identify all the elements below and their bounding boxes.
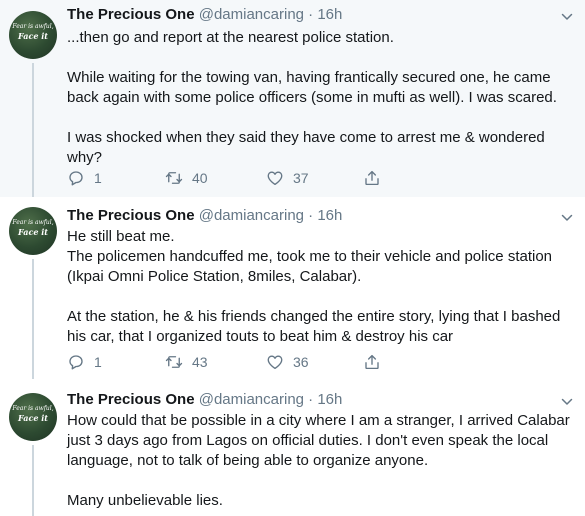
tweet-line: The policemen handcuffed me, took me to … <box>67 248 553 265</box>
chevron-down-icon[interactable] <box>561 396 573 408</box>
share-icon <box>365 170 379 186</box>
tweet-line: back again with some police officers (so… <box>67 89 557 106</box>
tweet-line: How could that be possible in a city whe… <box>67 412 570 429</box>
tweet-line: his car, that I organized touts to beat … <box>67 328 454 345</box>
avatar-text-line2: Face it <box>18 31 48 41</box>
tweet-line: At the station, he & his friends changed… <box>67 308 561 325</box>
user-handle[interactable]: @damiancaring <box>199 6 304 23</box>
like-button[interactable]: 36 <box>266 352 309 372</box>
display-name[interactable]: The Precious One <box>67 6 195 23</box>
timestamp[interactable]: 16h <box>317 6 342 23</box>
thread-line <box>32 63 34 197</box>
retweet-icon <box>165 172 183 184</box>
chevron-down-icon[interactable] <box>561 212 573 224</box>
retweet-icon <box>165 356 183 368</box>
reply-count: 1 <box>94 170 102 186</box>
tweet-line: Many unbelievable lies. <box>67 492 223 509</box>
tweet-text: He still beat me. The policemen handcuff… <box>67 227 572 347</box>
user-handle[interactable]: @damiancaring <box>199 207 304 224</box>
tweet-1[interactable]: Fear is awful, Face it The Precious One … <box>0 0 585 197</box>
share-icon <box>365 354 379 370</box>
retweet-count: 40 <box>192 170 208 186</box>
share-button[interactable] <box>363 352 381 372</box>
display-name[interactable]: The Precious One <box>67 391 195 408</box>
retweet-button[interactable]: 40 <box>165 168 208 188</box>
separator-dot: · <box>308 6 314 23</box>
tweet-line: He still beat me. <box>67 228 175 245</box>
like-count: 36 <box>293 354 309 370</box>
chevron-down-icon[interactable] <box>561 11 573 23</box>
tweet-text: How could that be possible in a city whe… <box>67 411 572 511</box>
avatar-text-line2: Face it <box>18 227 48 237</box>
reply-button[interactable]: 1 <box>67 352 102 372</box>
reply-count: 1 <box>94 354 102 370</box>
thread-line <box>32 259 34 379</box>
tweet-line: why? <box>67 149 103 166</box>
avatar[interactable]: Fear is awful, Face it <box>9 207 57 255</box>
avatar-text-line1: Fear is awful, <box>12 23 54 30</box>
share-button[interactable] <box>363 168 381 188</box>
tweet-line: ...then go and report at the nearest pol… <box>67 29 394 46</box>
user-handle[interactable]: @damiancaring <box>199 391 304 408</box>
avatar[interactable]: Fear is awful, Face it <box>9 11 57 59</box>
tweet-header: The Precious One @damiancaring · 16h <box>67 390 342 410</box>
tweet-3[interactable]: Fear is awful, Face it The Precious One … <box>0 379 585 516</box>
thread-line <box>32 445 34 516</box>
tweet-2[interactable]: Fear is awful, Face it The Precious One … <box>0 197 585 379</box>
retweet-button[interactable]: 43 <box>165 352 208 372</box>
like-icon <box>267 355 283 370</box>
like-icon <box>267 171 283 186</box>
tweet-line: just 3 days ago from Lagos on official d… <box>67 432 549 449</box>
tweet-text: ...then go and report at the nearest pol… <box>67 28 572 168</box>
like-button[interactable]: 37 <box>266 168 309 188</box>
avatar-text-line1: Fear is awful, <box>12 219 54 226</box>
timestamp[interactable]: 16h <box>317 391 342 408</box>
avatar-text-line2: Face it <box>18 413 48 423</box>
separator-dot: · <box>308 391 314 408</box>
reply-button[interactable]: 1 <box>67 168 102 188</box>
avatar-text-line1: Fear is awful, <box>12 405 54 412</box>
timestamp[interactable]: 16h <box>317 207 342 224</box>
tweet-header: The Precious One @damiancaring · 16h <box>67 5 342 25</box>
reply-icon <box>69 171 83 186</box>
tweet-line: (Ikpai Omni Police Station, 8miles, Cala… <box>67 268 362 285</box>
tweet-header: The Precious One @damiancaring · 16h <box>67 206 342 226</box>
like-count: 37 <box>293 170 309 186</box>
tweet-line: While waiting for the towing van, having… <box>67 69 551 86</box>
display-name[interactable]: The Precious One <box>67 207 195 224</box>
tweet-line: I was shocked when they said they have c… <box>67 129 545 146</box>
tweet-line: language, not to talk of being able to o… <box>67 452 429 469</box>
retweet-count: 43 <box>192 354 208 370</box>
reply-icon <box>69 355 83 370</box>
avatar[interactable]: Fear is awful, Face it <box>9 393 57 441</box>
separator-dot: · <box>308 207 314 224</box>
